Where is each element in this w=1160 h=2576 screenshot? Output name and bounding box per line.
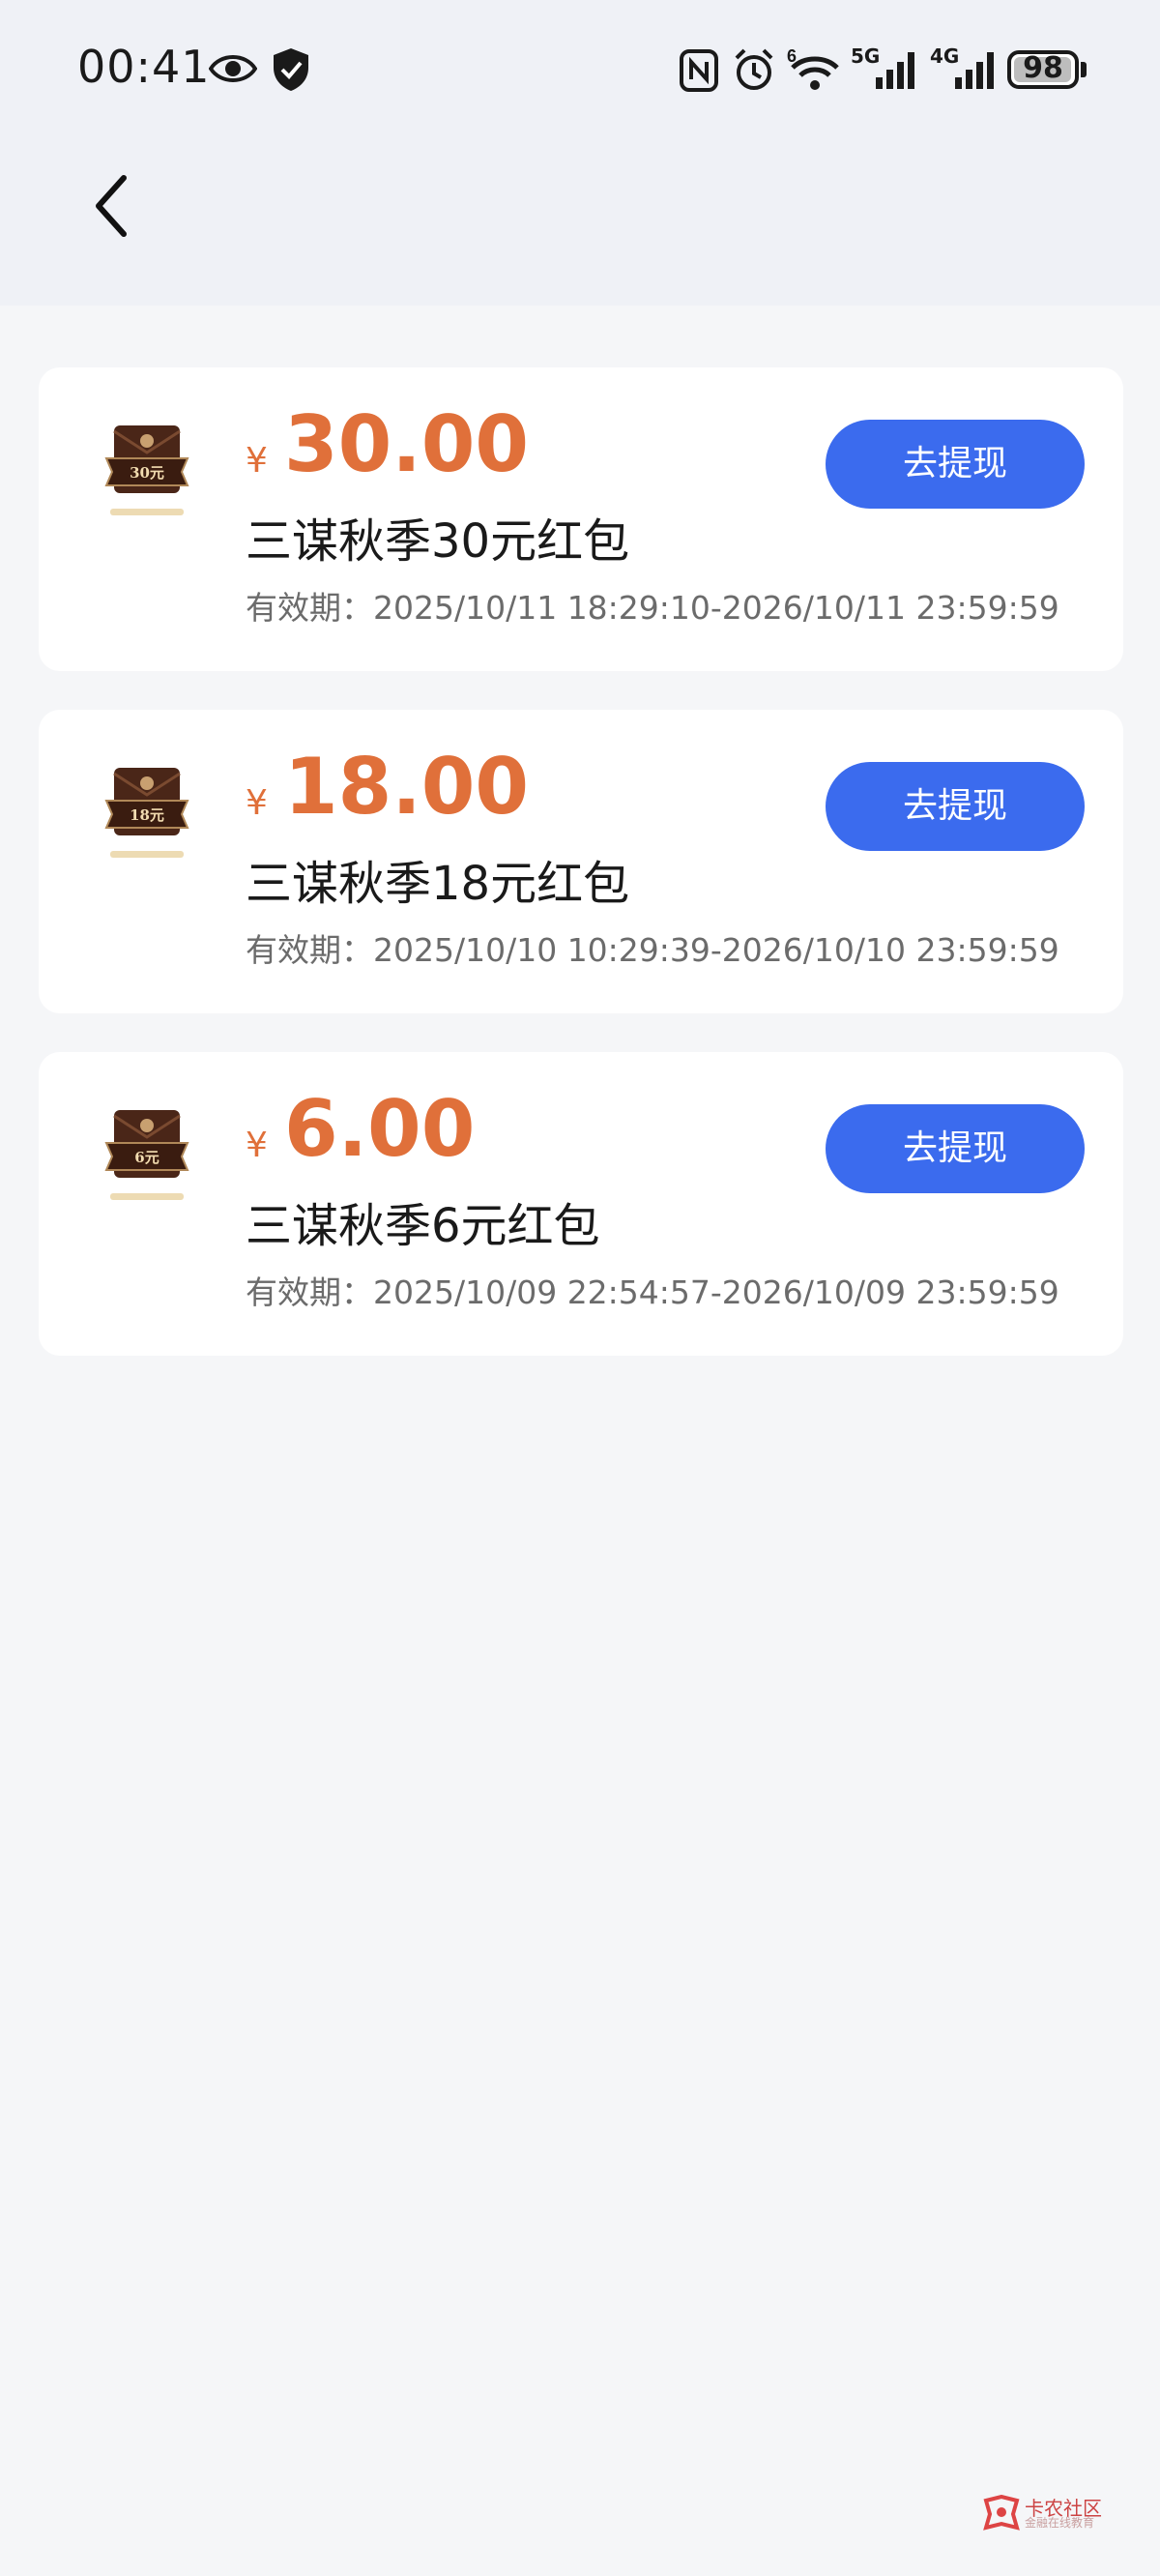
- coupon-card: 18元 ¥ 18.00 三谋秋季18元红包 有效期：2025/10/10 10:…: [39, 710, 1123, 1013]
- currency-symbol: ¥: [246, 441, 268, 481]
- shield-icon: [274, 48, 308, 91]
- coupon-validity: 有效期：2025/10/09 22:54:57-2026/10/09 23:59…: [246, 1273, 1059, 1311]
- coupon-amount: 18.00: [284, 742, 530, 832]
- red-envelope-icon: 30元: [104, 425, 189, 515]
- eye-icon: [209, 55, 257, 82]
- svg-text:30元: 30元: [130, 464, 164, 482]
- red-envelope-icon: 18元: [104, 768, 189, 858]
- battery-icon: 98: [1007, 50, 1079, 89]
- wifi-icon: 6: [787, 46, 839, 90]
- coupon-validity: 有效期：2025/10/10 10:29:39-2026/10/10 23:59…: [246, 931, 1059, 969]
- signal-4g-icon: 4G: [930, 44, 1000, 93]
- watermark-logo-icon: [983, 2495, 1020, 2531]
- back-button[interactable]: [79, 164, 143, 248]
- nfc-icon: [680, 49, 718, 92]
- currency-symbol: ¥: [246, 1126, 268, 1165]
- coupon-card: 6元 ¥ 6.00 三谋秋季6元红包 有效期：2025/10/09 22:54:…: [39, 1052, 1123, 1356]
- coupon-amount: 30.00: [284, 399, 530, 489]
- currency-symbol: ¥: [246, 783, 268, 823]
- svg-text:18元: 18元: [130, 806, 164, 824]
- watermark-subtext: 金融在线教育: [1025, 2516, 1095, 2530]
- red-envelope-icon: 6元: [104, 1110, 189, 1200]
- battery-level: 98: [1023, 51, 1063, 85]
- header: 00:41 6 5G 4G 98: [0, 0, 1160, 306]
- coupon-validity: 有效期：2025/10/11 18:29:10-2026/10/11 23:59…: [246, 589, 1059, 627]
- coupon-title: 三谋秋季6元红包: [246, 1199, 600, 1253]
- withdraw-button[interactable]: 去提现: [826, 762, 1085, 851]
- coupon-card: 30元 ¥ 30.00 三谋秋季30元红包 有效期：2025/10/11 18:…: [39, 367, 1123, 671]
- status-bar: 00:41 6 5G 4G 98: [0, 0, 1160, 141]
- coupon-title: 三谋秋季30元红包: [246, 514, 630, 569]
- alarm-icon: [735, 48, 773, 90]
- coupon-amount: 6.00: [284, 1084, 476, 1174]
- battery-tip: [1081, 62, 1087, 77]
- status-time: 00:41: [77, 41, 211, 93]
- coupon-title: 三谋秋季18元红包: [246, 857, 630, 911]
- signal-5g-icon: 5G: [851, 44, 920, 93]
- withdraw-button[interactable]: 去提现: [826, 1104, 1085, 1193]
- watermark: 卡农社区 金融在线教育: [982, 2493, 1108, 2532]
- withdraw-button[interactable]: 去提现: [826, 420, 1085, 509]
- svg-text:6元: 6元: [134, 1149, 159, 1166]
